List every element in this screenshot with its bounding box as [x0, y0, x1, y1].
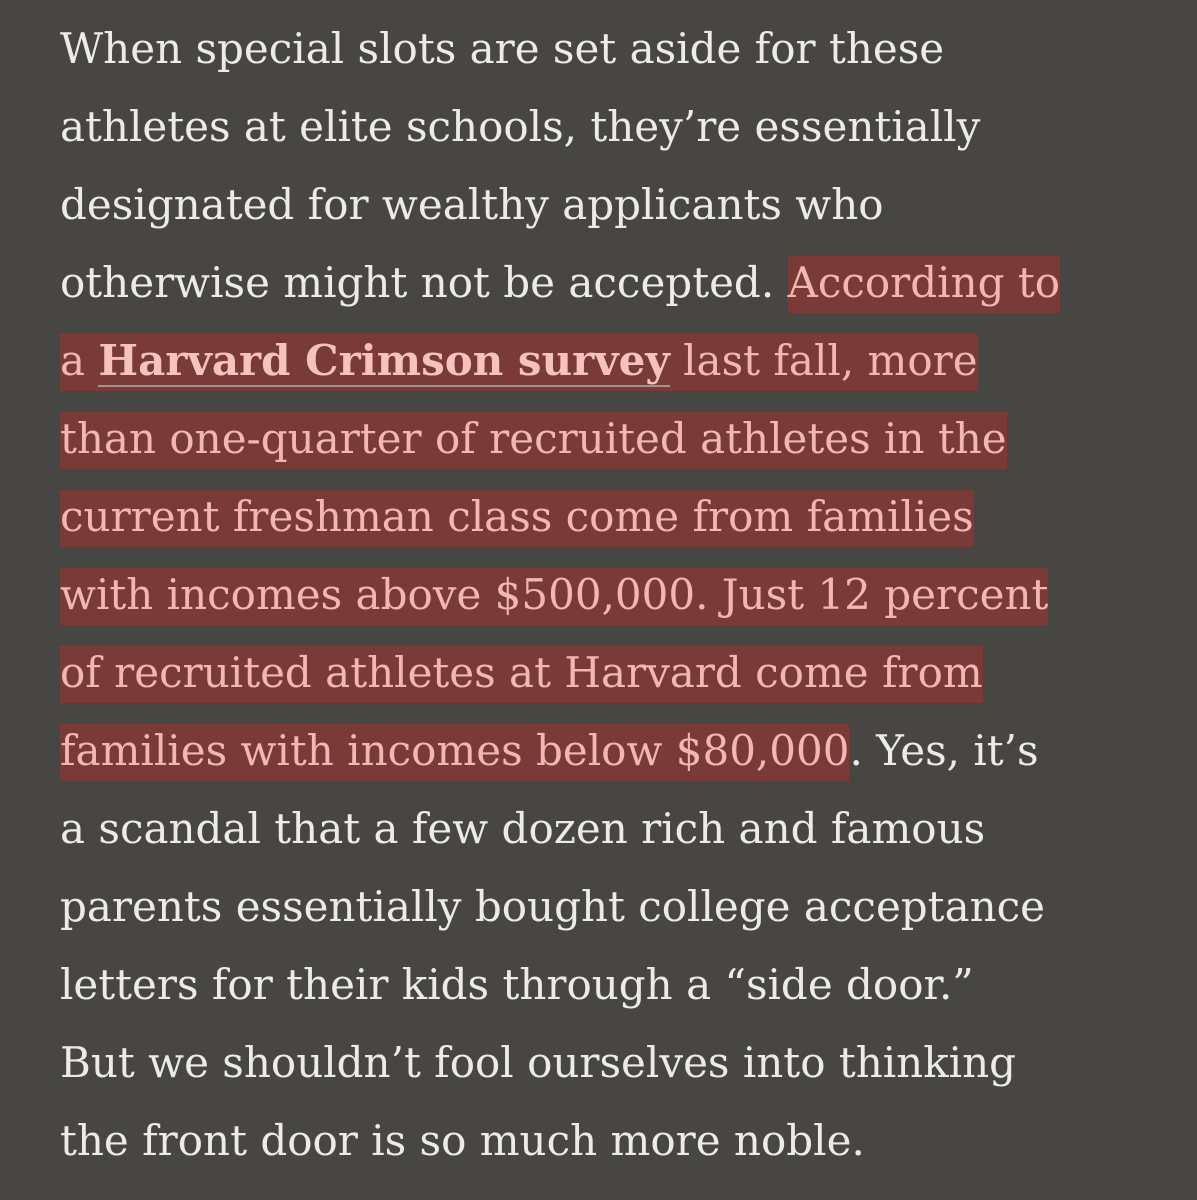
body-text: designated for wealthy applicants who — [60, 180, 884, 229]
text-line: current freshman class come from familie… — [60, 488, 974, 547]
highlighted-text: last fall, more — [669, 336, 978, 385]
body-text: a scandal that a few dozen rich and famo… — [60, 804, 986, 853]
body-text: athletes at elite schools, they’re essen… — [60, 102, 981, 151]
text-line: a scandal that a few dozen rich and famo… — [60, 800, 985, 858]
body-text: When special slots are set aside for the… — [60, 24, 945, 73]
text-line: When special slots are set aside for the… — [60, 20, 944, 78]
highlighted-text: of recruited athletes at Harvard come fr… — [60, 646, 983, 703]
text-line: of recruited athletes at Harvard come fr… — [60, 644, 983, 703]
text-line: designated for wealthy applicants who — [60, 176, 884, 234]
body-text: the front door is so much more noble. — [60, 1116, 865, 1165]
text-line: athletes at elite schools, they’re essen… — [60, 98, 980, 156]
highlighted-text: According to — [787, 256, 1061, 313]
highlighted-text-segment: a Harvard Crimson survey last fall, more — [60, 334, 978, 391]
text-line: with incomes above $500,000. Just 12 per… — [60, 566, 1049, 625]
highlighted-text: a — [60, 336, 99, 385]
highlighted-text: than one-quarter of recruited athletes i… — [60, 412, 1007, 469]
text-line: parents essentially bought college accep… — [60, 878, 1045, 936]
article-excerpt: When special slots are set aside for the… — [0, 0, 1197, 1200]
body-text: otherwise might not be accepted. — [60, 258, 788, 307]
text-line: families with incomes below $80,000. Yes… — [60, 722, 1039, 781]
text-line: than one-quarter of recruited athletes i… — [60, 410, 1007, 469]
harvard-crimson-survey-link[interactable]: Harvard Crimson survey — [98, 336, 670, 387]
highlighted-text: families with incomes below $80,000 — [60, 724, 850, 781]
text-line: a Harvard Crimson survey last fall, more — [60, 332, 978, 391]
highlighted-text: current freshman class come from familie… — [60, 490, 974, 547]
body-text: . Yes, it’s — [849, 726, 1039, 775]
text-line: But we shouldn’t fool ourselves into thi… — [60, 1034, 1016, 1092]
text-line: letters for their kids through a “side d… — [60, 956, 974, 1014]
text-line: otherwise might not be accepted. Accordi… — [60, 254, 1061, 313]
body-text: parents essentially bought college accep… — [60, 882, 1046, 931]
body-text: letters for their kids through a “side d… — [60, 960, 974, 1009]
body-text: But we shouldn’t fool ourselves into thi… — [60, 1038, 1017, 1087]
highlighted-text: with incomes above $500,000. Just 12 per… — [60, 568, 1049, 625]
text-line: the front door is so much more noble. — [60, 1112, 865, 1170]
